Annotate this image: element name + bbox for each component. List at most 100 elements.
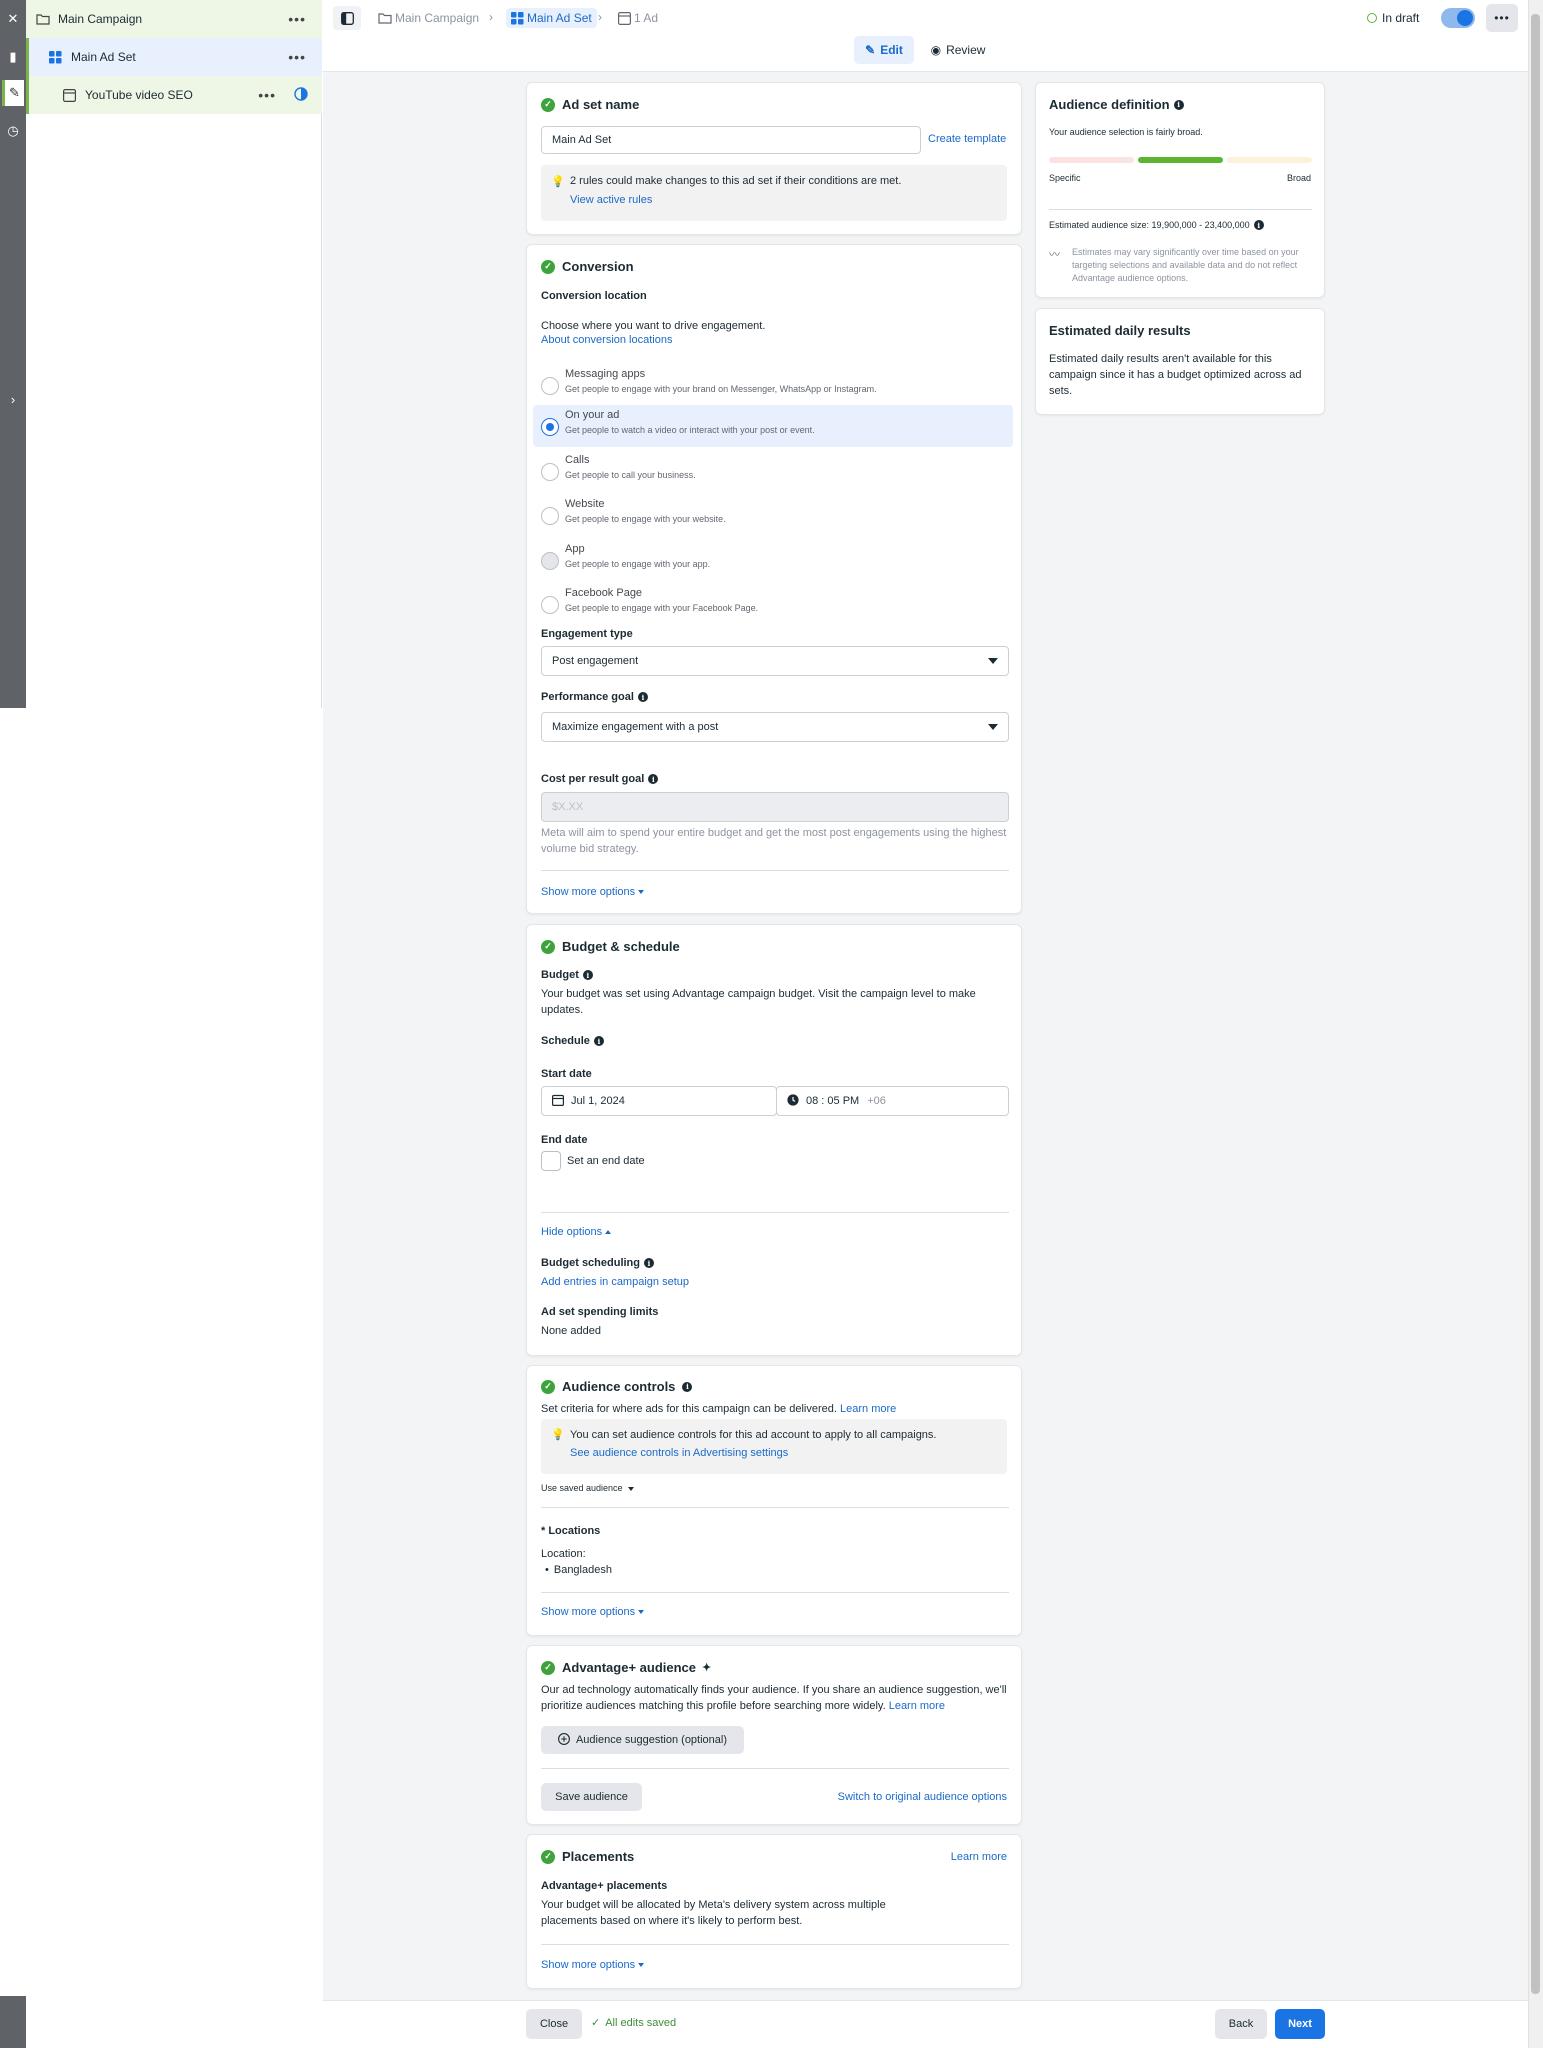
plus-circle-icon — [558, 1732, 570, 1748]
toggle-panel-icon[interactable] — [333, 6, 361, 30]
create-template-link[interactable]: Create template — [928, 133, 1006, 145]
show-more-options-link[interactable]: Show more options — [541, 1606, 645, 1618]
draft-status: In draft — [1367, 11, 1419, 25]
engagement-type-select[interactable]: Post engagement — [541, 646, 1009, 676]
about-conversion-link[interactable]: About conversion locations — [541, 334, 672, 346]
more-icon[interactable]: ••• — [288, 11, 306, 27]
audience-suggestion-button[interactable]: Audience suggestion (optional) — [541, 1726, 744, 1754]
radio-website[interactable]: Website Get people to engage with your w… — [533, 494, 1013, 536]
chart-icon[interactable]: ▮ — [2, 44, 24, 70]
radio-button[interactable] — [541, 596, 559, 614]
show-more-options-link[interactable]: Show more options — [541, 886, 645, 898]
caret-down-icon — [628, 1486, 635, 1491]
info-icon[interactable]: i — [637, 692, 648, 702]
publish-toggle[interactable] — [1441, 8, 1475, 28]
close-icon[interactable]: ✕ — [2, 6, 24, 32]
conversion-location-label: Conversion location — [541, 290, 647, 302]
tab-edit[interactable]: ✎ Edit — [854, 36, 914, 64]
show-more-options-link[interactable]: Show more options — [541, 1959, 645, 1971]
radio-button[interactable] — [541, 377, 559, 395]
cost-goal-input[interactable]: $X.XX — [541, 792, 1009, 822]
radio-button[interactable] — [541, 463, 559, 481]
gauge-broad-label: Broad — [1286, 173, 1311, 183]
tree-item-campaign[interactable]: Main Campaign ••• — [26, 0, 322, 38]
more-icon[interactable]: ••• — [288, 49, 306, 65]
tab-review[interactable]: ◉ Review — [923, 36, 993, 64]
radio-button[interactable] — [541, 418, 559, 436]
section-title: ✓ Budget & schedule — [541, 939, 680, 954]
tree-item-ad[interactable]: YouTube video SEO ••• — [26, 76, 322, 114]
radio-messaging-apps[interactable]: Messaging apps Get people to engage with… — [533, 364, 1013, 406]
breadcrumb-adset[interactable]: Main Ad Set — [506, 8, 597, 28]
expand-chevron-icon[interactable]: › — [2, 386, 24, 412]
check-circle-icon: ✓ — [541, 1849, 555, 1864]
radio-on-your-ad[interactable]: On your ad Get people to watch a video o… — [533, 405, 1013, 447]
more-icon[interactable]: ••• — [258, 87, 276, 103]
check-circle-icon: ✓ — [541, 1660, 555, 1675]
advertising-settings-link[interactable]: See audience controls in Advertising set… — [570, 1447, 788, 1459]
rules-notice-text: 2 rules could make changes to this ad se… — [570, 175, 902, 187]
radio-button[interactable] — [541, 507, 559, 525]
radio-calls[interactable]: Calls Get people to call your business. — [533, 450, 1013, 492]
locations-label: * Locations — [541, 1525, 601, 1537]
info-icon[interactable]: i — [582, 970, 593, 980]
daily-results-card: Estimated daily results Estimated daily … — [1035, 308, 1325, 415]
check-circle-icon: ✓ — [541, 939, 555, 954]
close-button[interactable]: Close — [526, 2009, 582, 2039]
learn-more-link[interactable]: Learn more — [840, 1403, 896, 1415]
cost-goal-label: Cost per result goal i — [541, 773, 659, 785]
info-icon[interactable]: i — [644, 1258, 654, 1268]
learn-more-link[interactable]: Learn more — [951, 1851, 1007, 1863]
trend-icon: 〰 — [1049, 249, 1060, 261]
divider — [1049, 209, 1312, 210]
info-icon[interactable]: i — [648, 774, 659, 784]
folder-icon — [36, 13, 50, 25]
spending-limits-label: Ad set spending limits — [541, 1306, 659, 1318]
history-clock-icon[interactable]: ◷ — [2, 118, 24, 144]
performance-goal-label: Performance goal i — [541, 691, 648, 703]
section-title: ✓ Audience controls i — [541, 1379, 693, 1394]
budget-scheduling-label: Budget scheduling i — [541, 1257, 654, 1269]
use-saved-audience-dropdown[interactable]: Use saved audience — [541, 1483, 635, 1493]
divider — [541, 1212, 1009, 1213]
caret-down-icon — [638, 1963, 645, 1968]
chevron-right-icon: › — [598, 10, 602, 24]
breadcrumb-campaign[interactable]: Main Campaign — [378, 8, 479, 28]
adset-name-input[interactable]: Main Ad Set — [541, 126, 921, 154]
view-active-rules-link[interactable]: View active rules — [570, 194, 652, 206]
advantage-audience-card: ✓ Advantage+ audience ✦ Our ad technolog… — [526, 1645, 1022, 1825]
breadcrumb-ad[interactable]: 1 Ad — [618, 8, 658, 28]
campaign-tree: Main Campaign ••• Main Ad Set ••• YouTub… — [26, 0, 322, 708]
radio-button[interactable] — [541, 552, 559, 570]
conversion-location-desc: Choose where you want to drive engagemen… — [541, 320, 766, 332]
more-menu-icon[interactable]: ••• — [1486, 4, 1518, 32]
divider — [541, 1507, 1009, 1508]
scrollbar-thumb[interactable] — [1531, 14, 1540, 1994]
back-button[interactable]: Back — [1215, 2009, 1267, 2039]
info-icon[interactable]: i — [1253, 220, 1264, 230]
breadcrumb-adset-label: Main Ad Set — [527, 11, 592, 25]
hide-options-link[interactable]: Hide options — [541, 1226, 612, 1238]
start-date-input[interactable]: Jul 1, 2024 — [541, 1086, 777, 1116]
audience-definition-title: Audience definition i — [1049, 97, 1184, 112]
divider — [541, 1944, 1009, 1945]
learn-more-link[interactable]: Learn more — [889, 1700, 945, 1712]
tree-item-adset[interactable]: Main Ad Set ••• — [26, 38, 322, 76]
switch-audience-options-link[interactable]: Switch to original audience options — [838, 1791, 1007, 1803]
end-date-checkbox[interactable] — [541, 1151, 561, 1171]
info-icon[interactable]: i — [593, 1036, 604, 1046]
add-entries-link[interactable]: Add entries in campaign setup — [541, 1276, 689, 1288]
info-icon[interactable]: i — [682, 1381, 693, 1392]
conversion-card: ✓ Conversion Conversion location Choose … — [526, 244, 1022, 914]
start-time-input[interactable]: 08 : 05 PM +06 — [776, 1086, 1009, 1116]
info-icon[interactable]: i — [1173, 99, 1184, 110]
next-button[interactable]: Next — [1275, 2009, 1325, 2039]
radio-app[interactable]: App Get people to engage with your app. — [533, 539, 1013, 581]
save-audience-button[interactable]: Save audience — [541, 1783, 642, 1811]
pencil-icon: ✎ — [865, 43, 876, 57]
performance-goal-select[interactable]: Maximize engagement with a post — [541, 712, 1009, 742]
section-title: ✓ Placements — [541, 1849, 634, 1864]
radio-facebook-page[interactable]: Facebook Page Get people to engage with … — [533, 583, 1013, 625]
audience-size: Estimated audience size: 19,900,000 - 23… — [1049, 220, 1264, 230]
edit-pencil-icon[interactable]: ✎ — [2, 80, 24, 106]
